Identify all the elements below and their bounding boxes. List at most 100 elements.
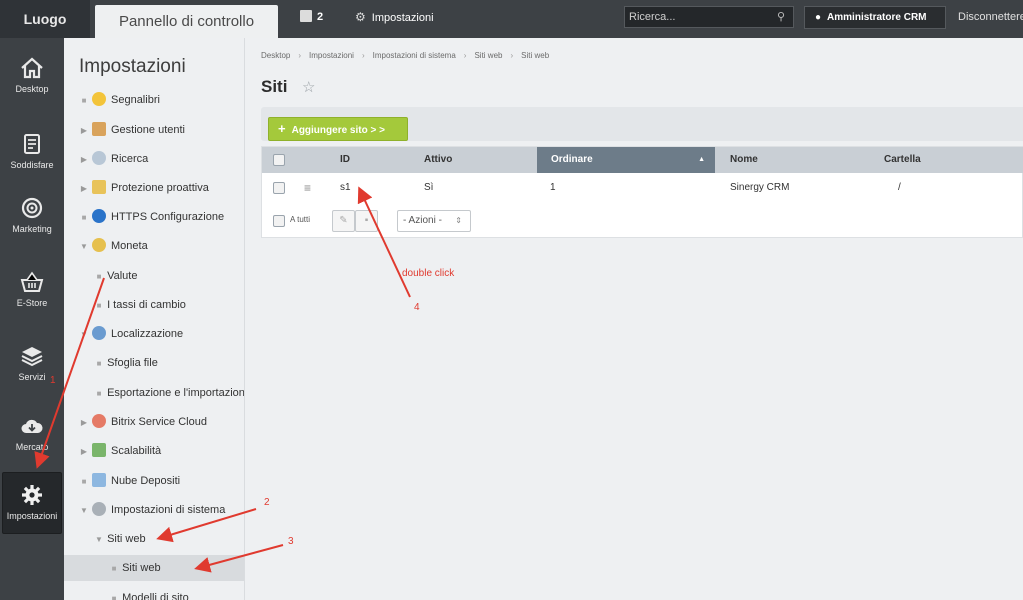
checkbox[interactable] (273, 154, 285, 166)
menu-item-impostazioni[interactable]: Impostazioni (2, 472, 62, 534)
nav-item-moneta[interactable]: ▼ Moneta (64, 233, 244, 260)
annotation-label-4: 4 (414, 302, 420, 313)
select-all-header-checkbox[interactable] (273, 154, 285, 168)
column-header-nome[interactable]: Nome (730, 147, 758, 173)
column-header-id[interactable]: ID (340, 147, 350, 173)
column-header-label: Ordinare (551, 154, 593, 165)
search-input[interactable]: Ricerca... ⚲ (624, 6, 794, 28)
expand-arrow-icon[interactable]: ▶ (79, 176, 89, 202)
expand-arrow-icon[interactable]: ▶ (79, 439, 89, 465)
nav-item-localizzazione[interactable]: ▼ Localizzazione (64, 321, 244, 348)
collapse-arrow-icon[interactable]: ▼ (79, 322, 89, 348)
nav-item-esportazione[interactable]: ■ Esportazione e l'importazione (64, 380, 244, 406)
nav-item-gestione-utenti[interactable]: ▶ Gestione utenti (64, 117, 244, 144)
cell-attivo: Sì (424, 182, 434, 193)
breadcrumb-item[interactable]: Impostazioni di sistema (373, 51, 456, 60)
user-menu[interactable]: ● Amministratore CRM (804, 6, 946, 29)
notifications-button[interactable]: 2 (300, 7, 323, 27)
menu-item-desktop[interactable]: Desktop (0, 46, 64, 108)
column-header-cartella[interactable]: Cartella (884, 147, 921, 173)
control-panel-tab[interactable]: Pannello di controllo (95, 5, 278, 38)
cell-cartella: / (898, 182, 901, 193)
menu-item-marketing[interactable]: Marketing (0, 186, 64, 248)
cell-id[interactable]: s1 (340, 175, 351, 201)
menu-item-label: Marketing (12, 224, 52, 234)
nav-item-label: Modelli di sito (122, 592, 189, 600)
nav-item-impostazioni-di-sistema[interactable]: ▼ Impostazioni di sistema (64, 497, 244, 524)
bullet: ■ (111, 564, 117, 573)
row-checkbox[interactable] (273, 182, 285, 198)
nav-item-ricerca[interactable]: ▶ Ricerca (64, 146, 244, 173)
breadcrumb-item[interactable]: Siti web (474, 51, 502, 60)
breadcrumb-item[interactable]: Impostazioni (309, 51, 354, 60)
bullet: ■ (111, 594, 117, 600)
expand-arrow-icon[interactable]: ▶ (79, 147, 89, 173)
select-all-checkbox[interactable] (273, 215, 285, 227)
menu-item-label: Desktop (15, 84, 49, 94)
nav-item-modelli-di-sito[interactable]: ■ Modelli di sito (64, 585, 244, 600)
row-menu-icon[interactable]: ≡ (304, 175, 311, 201)
expand-arrow-icon[interactable]: ▶ (79, 410, 89, 436)
nav-item-siti-web-group[interactable]: ▼ Siti web (64, 526, 244, 553)
nav-item-label: Nube Depositi (111, 475, 181, 487)
table-row[interactable]: ≡ s1 Sì 1 Sinergy CRM / (262, 175, 1023, 201)
sort-asc-icon: ▲ (698, 156, 705, 163)
cloud-download-icon (21, 419, 43, 433)
edit-button[interactable]: ✎ (332, 210, 355, 232)
menu-item-e-store[interactable]: E-Store (0, 260, 64, 322)
nav-item-protezione-proattiva[interactable]: ▶ Protezione proattiva (64, 175, 244, 202)
nav-item-tassi-di-cambio[interactable]: ■ I tassi di cambio (64, 292, 244, 318)
menu-item-servizi[interactable]: Servizi (0, 334, 64, 396)
actions-select[interactable]: - Azioni - ⇕ (397, 210, 471, 232)
trash-icon: ▪ (364, 215, 369, 226)
cell-nome: Sinergy CRM (730, 182, 790, 193)
nav-item-sfoglia-file[interactable]: ■ Sfoglia file (64, 350, 244, 376)
settings-nav-title: Impostazioni (79, 56, 186, 77)
collapse-arrow-icon[interactable]: ▼ (94, 527, 104, 553)
menu-item-mercato[interactable]: Mercato (0, 404, 64, 466)
nav-item-label: Ricerca (111, 153, 149, 165)
collapse-arrow-icon[interactable]: ▼ (79, 498, 89, 524)
scale-icon (92, 443, 106, 457)
checkbox[interactable] (273, 182, 285, 194)
nav-item-scalabilita[interactable]: ▶ Scalabilità (64, 438, 244, 465)
table-header: ID Attivo Ordinare ▲ Nome Cartella (262, 147, 1023, 173)
luogo-tab[interactable]: Luogo (0, 0, 90, 38)
add-site-button[interactable]: + Aggiungere sito > > (268, 117, 408, 141)
expand-arrow-icon[interactable]: ▶ (79, 118, 89, 144)
nav-item-segnalibri[interactable]: ■ Segnalibri (64, 87, 244, 113)
delete-button[interactable]: ▪ (355, 210, 378, 232)
layers-icon (21, 347, 43, 367)
nav-item-https[interactable]: ■ HTTPS Configurazione (64, 204, 244, 230)
annotation-label-1: 1 (50, 375, 56, 386)
nav-item-valute[interactable]: ■ Valute (64, 263, 244, 289)
nav-item-label: Scalabilità (111, 445, 162, 457)
logout-button[interactable]: Disconnettere (958, 7, 1023, 27)
nav-item-nube-depositi[interactable]: ■ Nube Depositi (64, 468, 244, 494)
shield-icon (92, 180, 106, 194)
menu-item-soddisfare[interactable]: Soddisfare (0, 122, 64, 184)
sites-table: ID Attivo Ordinare ▲ Nome Cartella ≡ s1 S… (261, 146, 1023, 238)
column-header-attivo[interactable]: Attivo (424, 147, 452, 173)
breadcrumb-item[interactable]: Desktop (261, 51, 290, 60)
gear-icon (22, 485, 42, 505)
bullet: ■ (81, 96, 87, 105)
nav-item-siti-web[interactable]: ■ Siti web (64, 555, 244, 581)
collapse-arrow-icon[interactable]: ▼ (79, 234, 89, 260)
favorite-star-icon[interactable]: ☆ (302, 78, 315, 96)
gear-icon: ⚙ (355, 10, 366, 24)
settings-link[interactable]: ⚙ Impostazioni (355, 7, 434, 28)
breadcrumb-item[interactable]: Siti web (521, 51, 549, 60)
annotation-label-2: 2 (264, 497, 270, 508)
nav-item-bitrix-service-cloud[interactable]: ▶ Bitrix Service Cloud (64, 409, 244, 436)
box-icon (92, 473, 106, 487)
search-icon[interactable]: ⚲ (777, 7, 785, 27)
user-icon (92, 122, 106, 136)
gear-icon (92, 502, 106, 516)
chevron-right-icon: › (298, 51, 302, 60)
user-icon: ● (815, 12, 822, 23)
menu-item-label: E-Store (16, 298, 48, 308)
nav-item-label: Sfoglia file (107, 357, 158, 369)
column-header-ordinare[interactable]: Ordinare ▲ (537, 147, 715, 173)
bullet: ■ (96, 389, 102, 398)
